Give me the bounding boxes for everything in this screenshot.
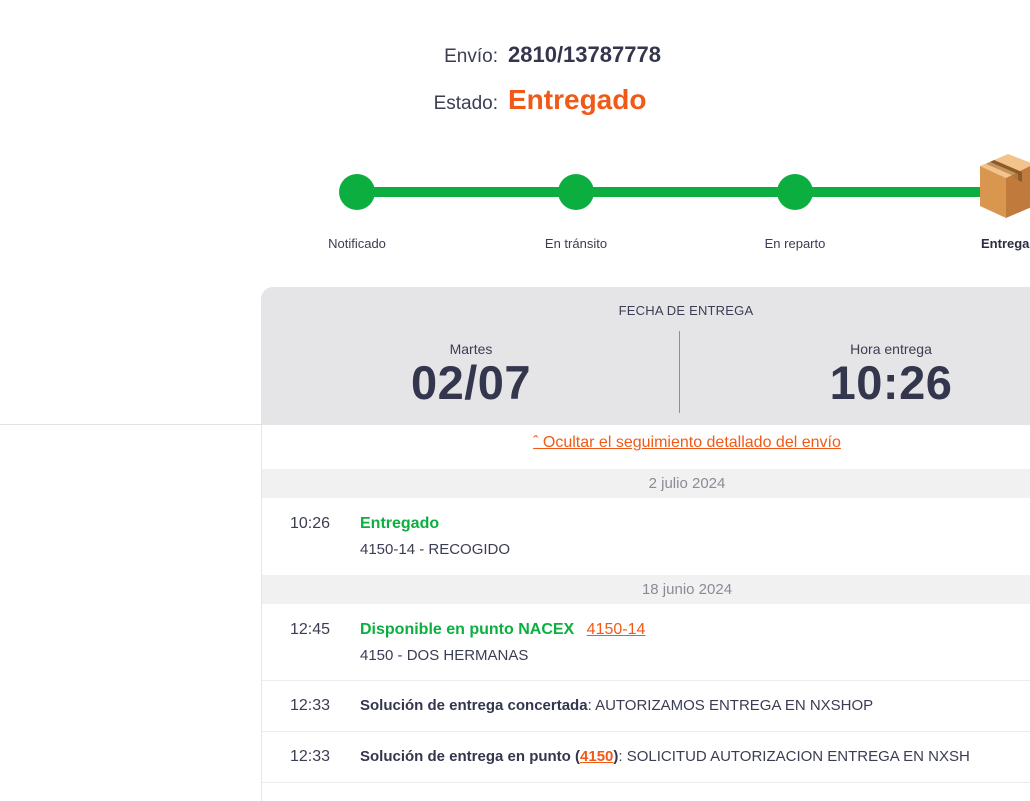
package-box-icon xyxy=(980,154,1030,218)
card-divider xyxy=(679,331,680,413)
event-line: Solución de entrega en punto (4150): SOL… xyxy=(360,748,970,765)
row-divider xyxy=(262,680,1030,681)
row-divider xyxy=(262,731,1030,732)
status-label: Estado: xyxy=(433,93,498,114)
shipment-label: Envío: xyxy=(444,46,498,67)
status-row: Estado: Entregado xyxy=(0,84,647,116)
step-label-en-reparto: En reparto xyxy=(764,236,826,251)
event-text: : SOLICITUD AUTORIZACION ENTREGA EN NXSH xyxy=(618,748,970,765)
shipment-tracking-page: Envío: 2810/13787778 Estado: Entregado N… xyxy=(0,0,1030,801)
step-label-entrega: Entrega xyxy=(981,236,1030,251)
event-time: 12:33 xyxy=(290,748,331,765)
date-band-label: 2 julio 2024 xyxy=(648,475,726,492)
delivery-date-card: FECHA DE ENTREGA Martes 02/07 Hora entre… xyxy=(261,287,1030,425)
delivery-time: 10:26 xyxy=(829,356,953,409)
event-title: Disponible en punto NACEX xyxy=(360,621,575,638)
event-time: 12:45 xyxy=(290,621,331,638)
shipment-number: 2810/13787778 xyxy=(508,42,661,67)
event-title: Entregado xyxy=(360,515,440,532)
delivery-card-title: FECHA DE ENTREGA xyxy=(618,303,754,318)
row-divider xyxy=(262,782,1030,783)
event-time: 12:33 xyxy=(290,697,331,714)
progress-track-segment xyxy=(360,187,565,197)
date-band: 2 julio 2024 xyxy=(262,469,1030,498)
event-title: Solución de entrega concertada xyxy=(360,697,588,714)
date-band-label: 18 junio 2024 xyxy=(641,581,733,598)
shipment-row: Envío: 2810/13787778 xyxy=(0,42,661,68)
event-line: Solución de entrega concertada: AUTORIZA… xyxy=(360,697,873,714)
event-detail: 4150-14 - RECOGIDO xyxy=(360,541,511,558)
event-text: AUTORIZAMOS ENTREGA EN NXSHOP xyxy=(591,697,874,714)
divider xyxy=(0,424,261,425)
step-dot-en-reparto xyxy=(777,174,813,210)
step-label-en-transito: En tránsito xyxy=(544,236,608,251)
event-title-line: Disponible en punto NACEX 4150-14 xyxy=(360,621,645,639)
event-time: 10:26 xyxy=(290,515,331,532)
delivery-date: 02/07 xyxy=(410,356,532,409)
step-dot-notificado xyxy=(339,174,375,210)
step-dot-en-transito xyxy=(558,174,594,210)
event-detail: 4150 - DOS HERMANAS xyxy=(360,647,529,664)
step-label-notificado: Notificado xyxy=(328,236,386,251)
event-title-start: Solución de entrega en punto ( xyxy=(360,748,581,765)
point-link[interactable]: 4150-14 xyxy=(587,621,646,638)
progress-track-segment xyxy=(810,187,990,197)
hide-tracking-link[interactable]: ˆ Ocultar el seguimiento detallado del e… xyxy=(262,434,1030,452)
date-band: 18 junio 2024 xyxy=(262,575,1030,604)
point-link[interactable]: 4150 xyxy=(580,748,613,765)
progress-track-segment xyxy=(590,187,795,197)
status-value: Entregado xyxy=(508,84,647,115)
